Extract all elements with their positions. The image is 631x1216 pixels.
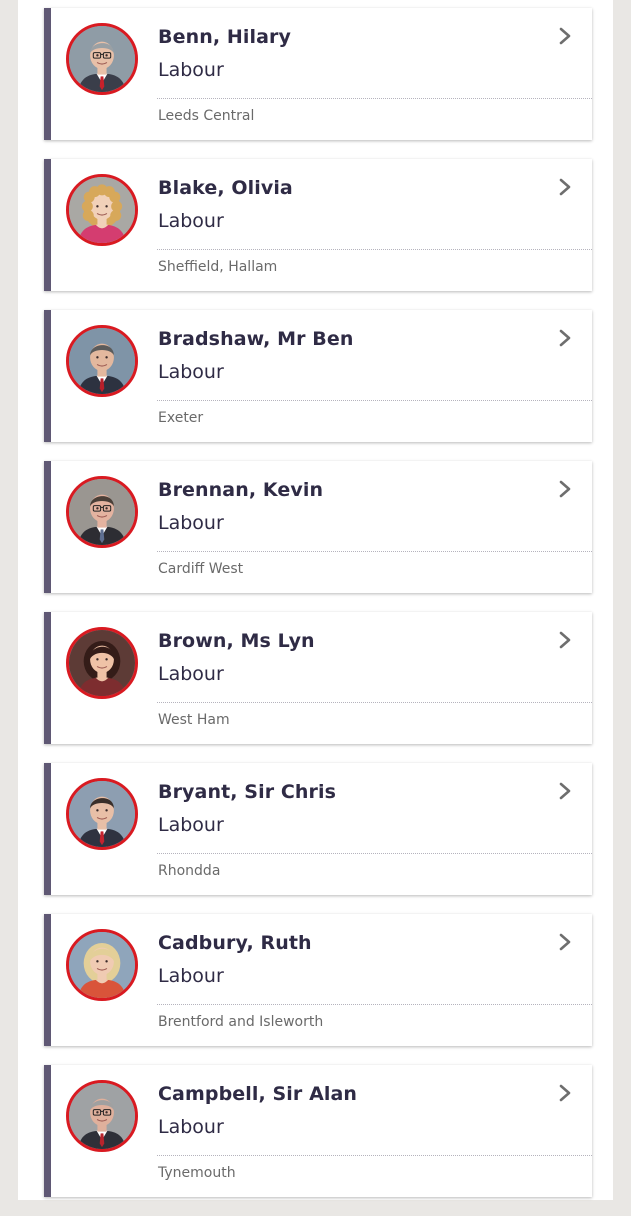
portrait-image — [69, 1083, 135, 1149]
member-photo — [66, 325, 138, 397]
portrait-image — [69, 781, 135, 847]
member-constituency: West Ham — [158, 712, 230, 728]
chevron-right-icon — [556, 1083, 574, 1103]
divider — [157, 98, 592, 99]
member-party: Labour — [158, 59, 224, 81]
member-name: Bryant, Sir Chris — [158, 781, 337, 803]
member-card-campbell[interactable]: Campbell, Sir Alan Labour Tynemouth — [44, 1065, 592, 1197]
member-card-benn[interactable]: Benn, Hilary Labour Leeds Central — [44, 8, 592, 140]
chevron-right-icon — [556, 177, 574, 197]
portrait-image — [69, 26, 135, 92]
member-card-cadbury[interactable]: Cadbury, Ruth Labour Brentford and Islew… — [44, 914, 592, 1046]
member-photo — [66, 627, 138, 699]
divider — [157, 702, 592, 703]
member-card-brennan[interactable]: Brennan, Kevin Labour Cardiff West — [44, 461, 592, 593]
divider — [157, 400, 592, 401]
chevron-right-icon — [556, 328, 574, 348]
divider — [157, 551, 592, 552]
member-constituency: Sheffield, Hallam — [158, 259, 278, 275]
chevron-right-icon — [556, 26, 574, 46]
member-constituency: Exeter — [158, 410, 204, 426]
member-card-bryant[interactable]: Bryant, Sir Chris Labour Rhondda — [44, 763, 592, 895]
member-party: Labour — [158, 512, 224, 534]
member-name: Campbell, Sir Alan — [158, 1083, 358, 1105]
portrait-image — [69, 479, 135, 545]
member-photo — [66, 174, 138, 246]
chevron-right-icon — [556, 630, 574, 650]
member-party: Labour — [158, 814, 224, 836]
member-party: Labour — [158, 663, 224, 685]
member-card-blake[interactable]: Blake, Olivia Labour Sheffield, Hallam — [44, 159, 592, 291]
member-name: Bradshaw, Mr Ben — [158, 328, 354, 350]
divider — [157, 249, 592, 250]
member-constituency: Cardiff West — [158, 561, 244, 577]
member-photo — [66, 929, 138, 1001]
portrait-image — [69, 630, 135, 696]
member-card-bradshaw[interactable]: Bradshaw, Mr Ben Labour Exeter — [44, 310, 592, 442]
page: Benn, Hilary Labour Leeds Central Blake,… — [18, 0, 613, 1200]
divider — [157, 1155, 592, 1156]
member-name: Benn, Hilary — [158, 26, 291, 48]
portrait-image — [69, 328, 135, 394]
divider — [157, 853, 592, 854]
member-party: Labour — [158, 210, 224, 232]
member-party: Labour — [158, 361, 224, 383]
chevron-right-icon — [556, 781, 574, 801]
chevron-right-icon — [556, 932, 574, 952]
portrait-image — [69, 932, 135, 998]
member-name: Brennan, Kevin — [158, 479, 324, 501]
member-photo — [66, 476, 138, 548]
member-name: Blake, Olivia — [158, 177, 293, 199]
divider — [157, 1004, 592, 1005]
member-constituency: Brentford and Isleworth — [158, 1014, 324, 1030]
member-name: Brown, Ms Lyn — [158, 630, 315, 652]
member-constituency: Leeds Central — [158, 108, 255, 124]
member-party: Labour — [158, 965, 224, 987]
chevron-right-icon — [556, 479, 574, 499]
member-photo — [66, 778, 138, 850]
member-photo — [66, 23, 138, 95]
member-constituency: Tynemouth — [158, 1165, 236, 1181]
member-photo — [66, 1080, 138, 1152]
member-constituency: Rhondda — [158, 863, 221, 879]
portrait-image — [69, 177, 135, 243]
member-name: Cadbury, Ruth — [158, 932, 312, 954]
member-card-brown[interactable]: Brown, Ms Lyn Labour West Ham — [44, 612, 592, 744]
member-party: Labour — [158, 1116, 224, 1138]
members-list: Benn, Hilary Labour Leeds Central Blake,… — [44, 8, 592, 1216]
